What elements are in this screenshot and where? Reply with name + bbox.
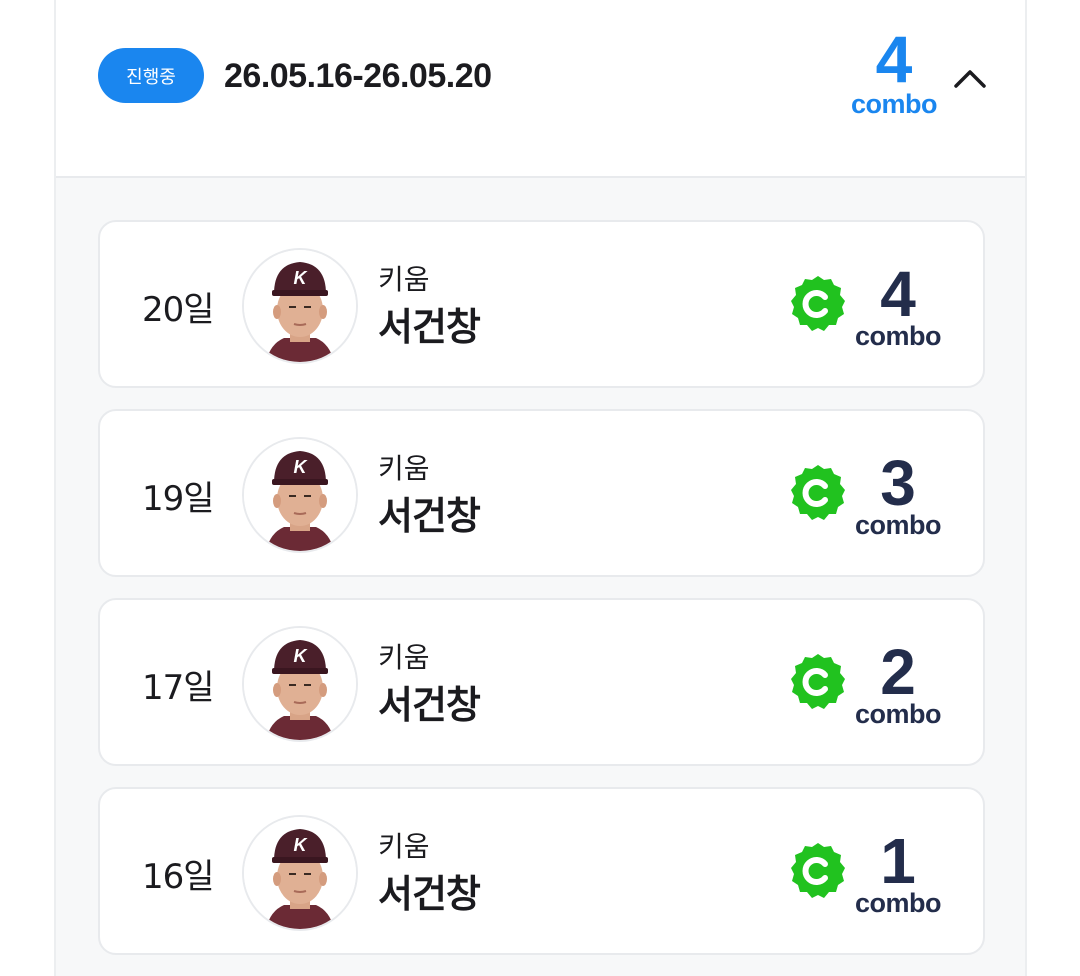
player-avatar: K xyxy=(242,437,358,553)
combo-count: 3 xyxy=(880,447,916,519)
combo-count-block: 2 combo xyxy=(848,640,948,728)
record-day: 17일 xyxy=(142,668,215,708)
record-day: 16일 xyxy=(142,857,215,897)
combo-record-card[interactable]: 20일 K 키움 서건창 4 combo xyxy=(98,220,985,388)
combo-count: 2 xyxy=(880,636,916,708)
svg-text:K: K xyxy=(294,268,309,288)
combo-count: 4 xyxy=(880,258,916,330)
total-combo-label: combo xyxy=(850,89,938,119)
record-day: 20일 xyxy=(142,290,215,330)
player-avatar: K xyxy=(242,815,358,931)
player-name: 서건창 xyxy=(378,872,481,916)
svg-text:K: K xyxy=(294,457,309,477)
team-name: 키움 xyxy=(378,641,430,674)
combo-record-card[interactable]: 19일 K 키움 서건창 3 combo xyxy=(98,409,985,577)
combo-coin-icon xyxy=(788,463,848,523)
combo-label: combo xyxy=(854,321,942,351)
combo-coin-icon xyxy=(788,841,848,901)
combo-count-block: 1 combo xyxy=(848,829,948,917)
date-range: 26.05.16-26.05.20 xyxy=(224,57,492,95)
combo-count-block: 3 combo xyxy=(848,451,948,539)
combo-coin-icon xyxy=(788,274,848,334)
combo-label: combo xyxy=(854,699,942,729)
player-avatar: K xyxy=(242,626,358,742)
status-badge: 진행중 xyxy=(98,48,204,103)
team-name: 키움 xyxy=(378,263,430,296)
svg-text:K: K xyxy=(294,835,309,855)
combo-label: combo xyxy=(854,510,942,540)
combo-record-card[interactable]: 17일 K 키움 서건창 2 combo xyxy=(98,598,985,766)
combo-label: combo xyxy=(854,888,942,918)
player-avatar: K xyxy=(242,248,358,364)
total-combo-count: 4 xyxy=(875,22,913,96)
team-name: 키움 xyxy=(378,830,430,863)
chevron-up-icon[interactable] xyxy=(948,56,992,100)
combo-record-card[interactable]: 16일 K 키움 서건창 1 combo xyxy=(98,787,985,955)
combo-count: 1 xyxy=(880,825,916,897)
period-header[interactable]: 진행중 26.05.16-26.05.20 4 combo xyxy=(56,0,1025,178)
total-combo: 4 combo xyxy=(844,26,944,118)
team-name: 키움 xyxy=(378,452,430,485)
record-day: 19일 xyxy=(142,479,215,519)
svg-text:K: K xyxy=(294,646,309,666)
player-name: 서건창 xyxy=(378,683,481,727)
player-name: 서건창 xyxy=(378,305,481,349)
combo-count-block: 4 combo xyxy=(848,262,948,350)
combo-history-panel: 진행중 26.05.16-26.05.20 4 combo 20일 K 키움 서… xyxy=(54,0,1027,976)
player-name: 서건창 xyxy=(378,494,481,538)
combo-coin-icon xyxy=(788,652,848,712)
